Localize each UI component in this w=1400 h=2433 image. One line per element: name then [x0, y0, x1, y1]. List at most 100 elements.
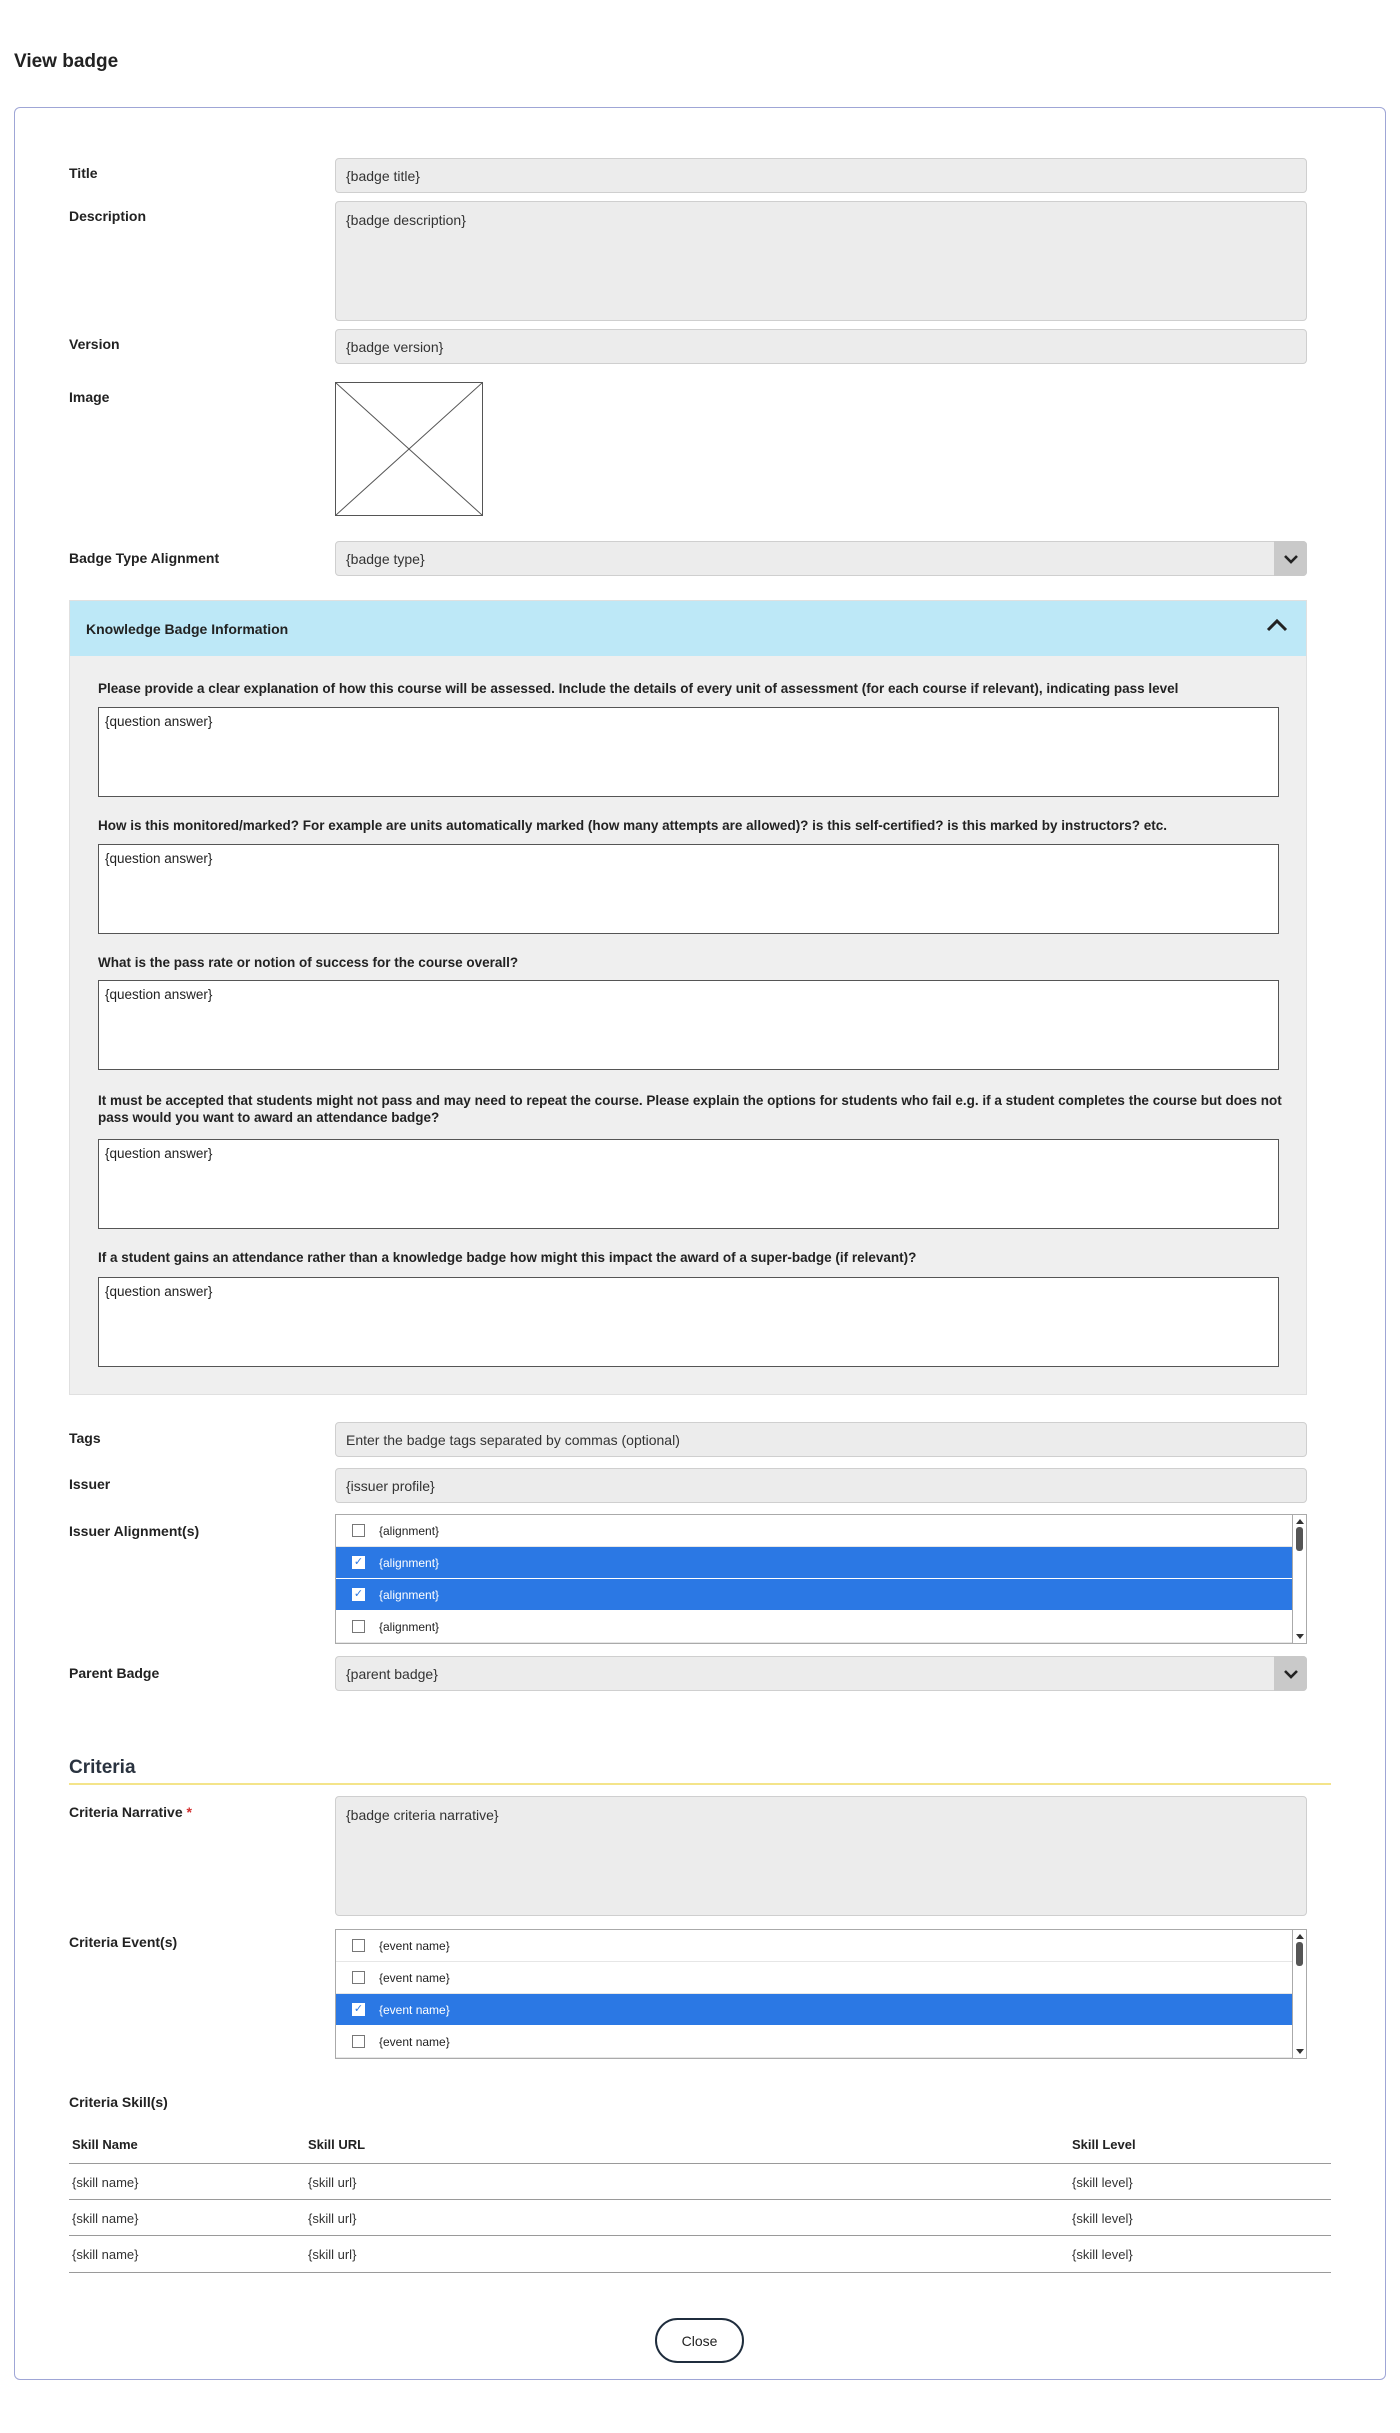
required-marker: *: [186, 1804, 192, 1820]
event-label: {event name}: [379, 1970, 450, 1985]
criteria-narrative-label: Criteria Narrative *: [69, 1804, 192, 1820]
event-option[interactable]: {event name}: [336, 1962, 1294, 1994]
page-title: View badge: [14, 51, 119, 72]
question-3: What is the pass rate or notion of succe…: [98, 955, 519, 970]
table-bottom-border: [69, 2272, 1331, 2273]
answer-5[interactable]: {question answer}: [98, 1277, 1279, 1367]
checkbox-checked[interactable]: ✓: [352, 1556, 365, 1569]
event-label: {event name}: [379, 1938, 450, 1953]
skill-url: {skill url}: [308, 2175, 357, 2190]
alignment-label: {alignment}: [379, 1555, 440, 1570]
alignment-option[interactable]: {alignment}: [336, 1611, 1294, 1643]
image-placeholder-icon: [335, 382, 483, 516]
scrollbar[interactable]: [1292, 1930, 1306, 2058]
knowledge-badge-panel: Knowledge Badge Information Please provi…: [69, 600, 1307, 1395]
criteria-section-title: Criteria: [69, 1757, 136, 1778]
skill-level: {skill level}: [1072, 2175, 1133, 2190]
image-label: Image: [69, 389, 110, 405]
tags-placeholder: Enter the badge tags separated by commas…: [346, 1431, 680, 1448]
alignment-label: {alignment}: [379, 1523, 440, 1538]
criteria-events-listbox[interactable]: {event name} {event name} ✓ {event name}…: [335, 1929, 1307, 2059]
checkbox-checked[interactable]: ✓: [352, 1588, 365, 1601]
badge-image-placeholder: [335, 382, 483, 516]
description-label: Description: [69, 208, 147, 224]
issuer-field[interactable]: {issuer profile}: [335, 1468, 1307, 1503]
event-option[interactable]: ✓ {event name}: [336, 1994, 1294, 2026]
scrollbar[interactable]: [1292, 1515, 1306, 1643]
criteria-narrative-field[interactable]: {badge criteria narrative}: [335, 1796, 1307, 1916]
scroll-thumb[interactable]: [1296, 1527, 1303, 1551]
criteria-events-label: Criteria Event(s): [69, 1934, 178, 1950]
alignment-option[interactable]: ✓ {alignment}: [336, 1579, 1294, 1611]
section-divider: [69, 1783, 1331, 1785]
criteria-narrative-value: {badge criteria narrative}: [346, 1807, 499, 1823]
table-row: {skill name} {skill url} {skill level}: [69, 2199, 1331, 2235]
checkbox[interactable]: [352, 1524, 365, 1537]
checkbox[interactable]: [352, 2035, 365, 2048]
question-5: If a student gains an attendance rather …: [98, 1250, 917, 1265]
issuer-alignments-listbox[interactable]: {alignment} ✓ {alignment} ✓ {alignment} …: [335, 1514, 1307, 1644]
alignment-option[interactable]: ✓ {alignment}: [336, 1547, 1294, 1579]
scroll-thumb[interactable]: [1296, 1942, 1303, 1966]
column-header: Skill URL: [308, 2137, 366, 2152]
skill-name: {skill name}: [72, 2211, 139, 2226]
checkbox[interactable]: [352, 1971, 365, 1984]
alignment-label: {alignment}: [379, 1619, 440, 1634]
version-field[interactable]: {badge version}: [335, 329, 1307, 364]
parent-badge-value: {parent badge}: [346, 1665, 438, 1682]
badge-type-select[interactable]: {badge type}: [335, 541, 1307, 576]
badge-type-value: {badge type}: [346, 550, 425, 567]
tags-label: Tags: [69, 1430, 101, 1446]
chevron-up-icon[interactable]: [1266, 618, 1288, 635]
issuer-alignments-label: Issuer Alignment(s): [69, 1523, 200, 1539]
tags-input[interactable]: Enter the badge tags separated by commas…: [335, 1422, 1307, 1457]
column-header: Skill Name: [72, 2137, 138, 2152]
alignment-label: {alignment}: [379, 1587, 440, 1602]
knowledge-panel-header[interactable]: Knowledge Badge Information: [70, 601, 1306, 656]
scroll-down-icon[interactable]: [1296, 2049, 1304, 2054]
chevron-down-icon[interactable]: [1274, 1656, 1307, 1691]
table-row: {skill name} {skill url} {skill level}: [69, 2235, 1331, 2271]
version-label: Version: [69, 336, 120, 352]
answer-2[interactable]: {question answer}: [98, 844, 1279, 934]
criteria-narrative-label-text: Criteria Narrative: [69, 1804, 183, 1820]
question-1: Please provide a clear explanation of ho…: [98, 681, 1179, 696]
answer-3[interactable]: {question answer}: [98, 980, 1279, 1070]
scroll-up-icon[interactable]: [1296, 1519, 1304, 1524]
description-value: {badge description}: [346, 212, 466, 228]
close-button[interactable]: Close: [655, 2318, 744, 2363]
criteria-skills-label: Criteria Skill(s): [69, 2094, 168, 2110]
skill-name: {skill name}: [72, 2247, 139, 2262]
scroll-down-icon[interactable]: [1296, 1634, 1304, 1639]
event-label: {event name}: [379, 2002, 450, 2017]
chevron-down-icon[interactable]: [1274, 541, 1307, 576]
question-2: How is this monitored/marked? For exampl…: [98, 818, 1168, 833]
skill-url: {skill url}: [308, 2247, 357, 2262]
event-option[interactable]: {event name}: [336, 2026, 1294, 2058]
scroll-up-icon[interactable]: [1296, 1934, 1304, 1939]
skill-name: {skill name}: [72, 2175, 139, 2190]
parent-badge-select[interactable]: {parent badge}: [335, 1656, 1307, 1691]
issuer-label: Issuer: [69, 1476, 111, 1492]
parent-badge-label: Parent Badge: [69, 1665, 160, 1681]
event-option[interactable]: {event name}: [336, 1930, 1294, 1962]
question-4: It must be accepted that students might …: [98, 1093, 1282, 1125]
knowledge-panel-title: Knowledge Badge Information: [86, 620, 289, 637]
badge-type-label: Badge Type Alignment: [69, 550, 220, 566]
skill-url: {skill url}: [308, 2211, 357, 2226]
alignment-option[interactable]: {alignment}: [336, 1515, 1294, 1547]
description-field[interactable]: {badge description}: [335, 201, 1307, 321]
column-header: Skill Level: [1072, 2137, 1136, 2152]
checkbox-checked[interactable]: ✓: [352, 2003, 365, 2016]
checkbox[interactable]: [352, 1939, 365, 1952]
answer-1[interactable]: {question answer}: [98, 707, 1279, 797]
answer-4[interactable]: {question answer}: [98, 1139, 1279, 1229]
title-field[interactable]: {badge title}: [335, 158, 1307, 193]
title-label: Title: [69, 165, 98, 181]
title-value: {badge title}: [346, 167, 420, 184]
table-row: {skill name} {skill url} {skill level}: [69, 2163, 1331, 2199]
checkbox[interactable]: [352, 1620, 365, 1633]
skill-level: {skill level}: [1072, 2211, 1133, 2226]
issuer-value: {issuer profile}: [346, 1477, 435, 1494]
skill-level: {skill level}: [1072, 2247, 1133, 2262]
